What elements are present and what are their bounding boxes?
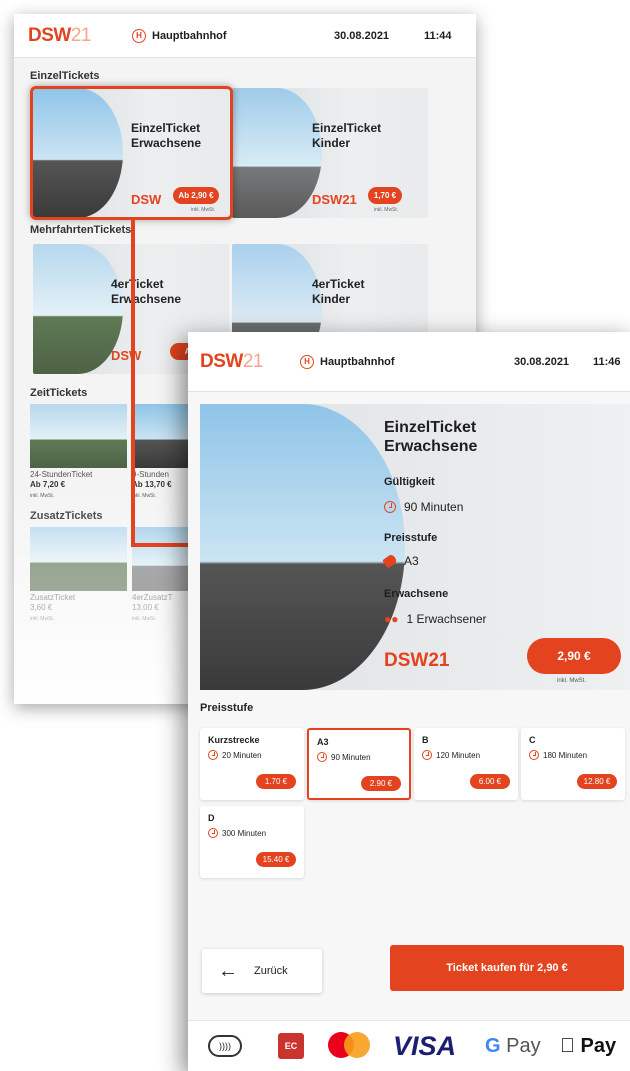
- validity-label: Gültigkeit: [384, 476, 435, 488]
- clock-icon: [529, 750, 539, 760]
- back-button-label: Zurück: [254, 965, 288, 977]
- zone-price: 15.40 €: [256, 852, 296, 867]
- station-indicator: H Hauptbahnhof: [300, 354, 395, 369]
- zone-option-c[interactable]: C 180 Minuten 12.80 €: [521, 728, 625, 800]
- detail-screen: DSW21 H Hauptbahnhof 30.08.2021 11:46 Ei…: [188, 332, 630, 1071]
- zone-name: D: [208, 813, 215, 823]
- ticket-mwst: inkl. MwSt.: [557, 678, 587, 684]
- station-indicator: H Hauptbahnhof: [132, 28, 227, 43]
- card-mwst: inkl. MwSt.: [374, 207, 399, 213]
- passenger-value: ●● 1 Erwachsener: [384, 612, 487, 626]
- zone-price: 2.90 €: [361, 776, 401, 791]
- overview-header: DSW21 H Hauptbahnhof 30.08.2021 11:44: [14, 14, 476, 58]
- card-title: 4erTicket Erwachsene: [111, 277, 182, 306]
- station-photo: [232, 88, 323, 218]
- station-h-icon: H: [132, 28, 146, 43]
- dsw21-logo: DSW21: [384, 650, 450, 671]
- header-date: 30.08.2021: [334, 29, 390, 42]
- zone-label: Preisstufe: [384, 532, 438, 544]
- card-einzelticket-kinder[interactable]: EinzelTicket Kinder DSW21 1,70 € inkl. Mw…: [232, 88, 428, 218]
- zone-time: 180 Minuten: [529, 750, 587, 760]
- arrow-left-icon: ←: [218, 960, 238, 982]
- header-time: 11:44: [424, 29, 452, 42]
- card-title: EinzelTicket Kinder: [312, 121, 382, 150]
- section-einzeltickets: EinzelTickets: [30, 70, 100, 82]
- zone-name: Kurzstrecke: [208, 735, 260, 745]
- google-pay-logo: G Pay: [485, 1034, 541, 1057]
- zeit-24h-photo[interactable]: [30, 404, 127, 468]
- detail-header: DSW21 H Hauptbahnhof 30.08.2021 11:46: [188, 332, 630, 392]
- dsw21-logo: DSW21: [28, 24, 91, 46]
- card-logo: DSW21: [312, 192, 357, 207]
- station-h-icon: H: [300, 354, 314, 369]
- church-photo: [33, 244, 124, 374]
- card-logo: DSW: [111, 348, 142, 363]
- ticket-detail-card: EinzelTicket Erwachsene Gültigkeit 90 Min…: [200, 404, 630, 690]
- zone-price: 1.70 €: [256, 774, 296, 789]
- zusatz-photo[interactable]: [30, 527, 127, 591]
- zeit-24h-label: 24-StundenTicket Ab 7,20 € inkl. MwSt.: [30, 470, 93, 499]
- passenger-label: Erwachsene: [384, 588, 449, 600]
- station-name: Hauptbahnhof: [152, 29, 227, 42]
- zone-price: 6.00 €: [470, 774, 510, 789]
- zeit-9h-label: 9-Stunden Ab 13,70 € inkl. MwSt.: [132, 470, 172, 499]
- validity-value: 90 Minuten: [384, 500, 463, 514]
- bus-bridge-photo: [200, 404, 405, 690]
- payment-methods-bar: )))) EC VISA G Pay  Pay: [188, 1020, 630, 1071]
- zone-option-kurzstrecke[interactable]: Kurzstrecke 20 Minuten 1.70 €: [200, 728, 304, 800]
- ticket-title: EinzelTicket Erwachsene: [384, 419, 478, 455]
- apple-pay-logo:  Pay: [560, 1034, 616, 1057]
- zone-time: 90 Minuten: [317, 752, 371, 762]
- back-button[interactable]: ← Zurück: [202, 949, 322, 993]
- connector-line: [131, 543, 195, 547]
- connector-line: [131, 220, 135, 545]
- header-date: 30.08.2021: [514, 355, 570, 368]
- header-time: 11:46: [593, 355, 621, 368]
- clock-icon: [384, 501, 396, 513]
- zone-time: 300 Minuten: [208, 828, 266, 838]
- dsw21-logo: DSW21: [200, 350, 263, 372]
- buy-ticket-button[interactable]: Ticket kaufen für 2,90 €: [390, 945, 624, 991]
- zones-title: Preisstufe: [200, 702, 254, 714]
- section-zusatztickets: ZusatzTickets: [30, 510, 103, 522]
- section-zeittickets: ZeitTickets: [30, 387, 88, 399]
- zone-value: A3: [382, 553, 419, 569]
- clock-icon: [317, 752, 327, 762]
- zone-name: A3: [317, 737, 329, 747]
- clock-icon: [208, 750, 218, 760]
- zusatz-label: ZusatzTicket 3,60 € inkl. MwSt.: [30, 593, 76, 622]
- zone-time: 20 Minuten: [208, 750, 262, 760]
- zusatz-4er-label: 4erZusatzT 13,00 € inkl. MwSt.: [132, 593, 173, 622]
- zone-name: B: [422, 735, 429, 745]
- station-name: Hauptbahnhof: [320, 355, 395, 368]
- clock-icon: [422, 750, 432, 760]
- zone-time: 120 Minuten: [422, 750, 480, 760]
- card-price-pill: 1,70 €: [368, 187, 402, 204]
- ticket-price-pill: 2,90 €: [527, 638, 621, 674]
- visa-logo: VISA: [393, 1030, 457, 1061]
- zone-option-d[interactable]: D 300 Minuten 15.40 €: [200, 806, 304, 878]
- clock-icon: [208, 828, 218, 838]
- zone-option-a3[interactable]: A3 90 Minuten 2.90 €: [307, 728, 411, 800]
- zone-option-b[interactable]: B 120 Minuten 6.00 €: [414, 728, 518, 800]
- price-tag-icon: [382, 553, 398, 569]
- ec-card-icon: EC: [278, 1033, 304, 1059]
- people-icon: ●●: [384, 612, 399, 626]
- zone-price: 12.80 €: [577, 774, 617, 789]
- mastercard-icon: [328, 1032, 372, 1060]
- card-title: 4erTicket Kinder: [312, 277, 365, 306]
- contactless-icon: )))): [208, 1035, 242, 1057]
- section-mehrfahrtentickets: MehrfahrtenTickets: [30, 224, 132, 236]
- selection-highlight: [30, 86, 233, 220]
- zone-name: C: [529, 735, 536, 745]
